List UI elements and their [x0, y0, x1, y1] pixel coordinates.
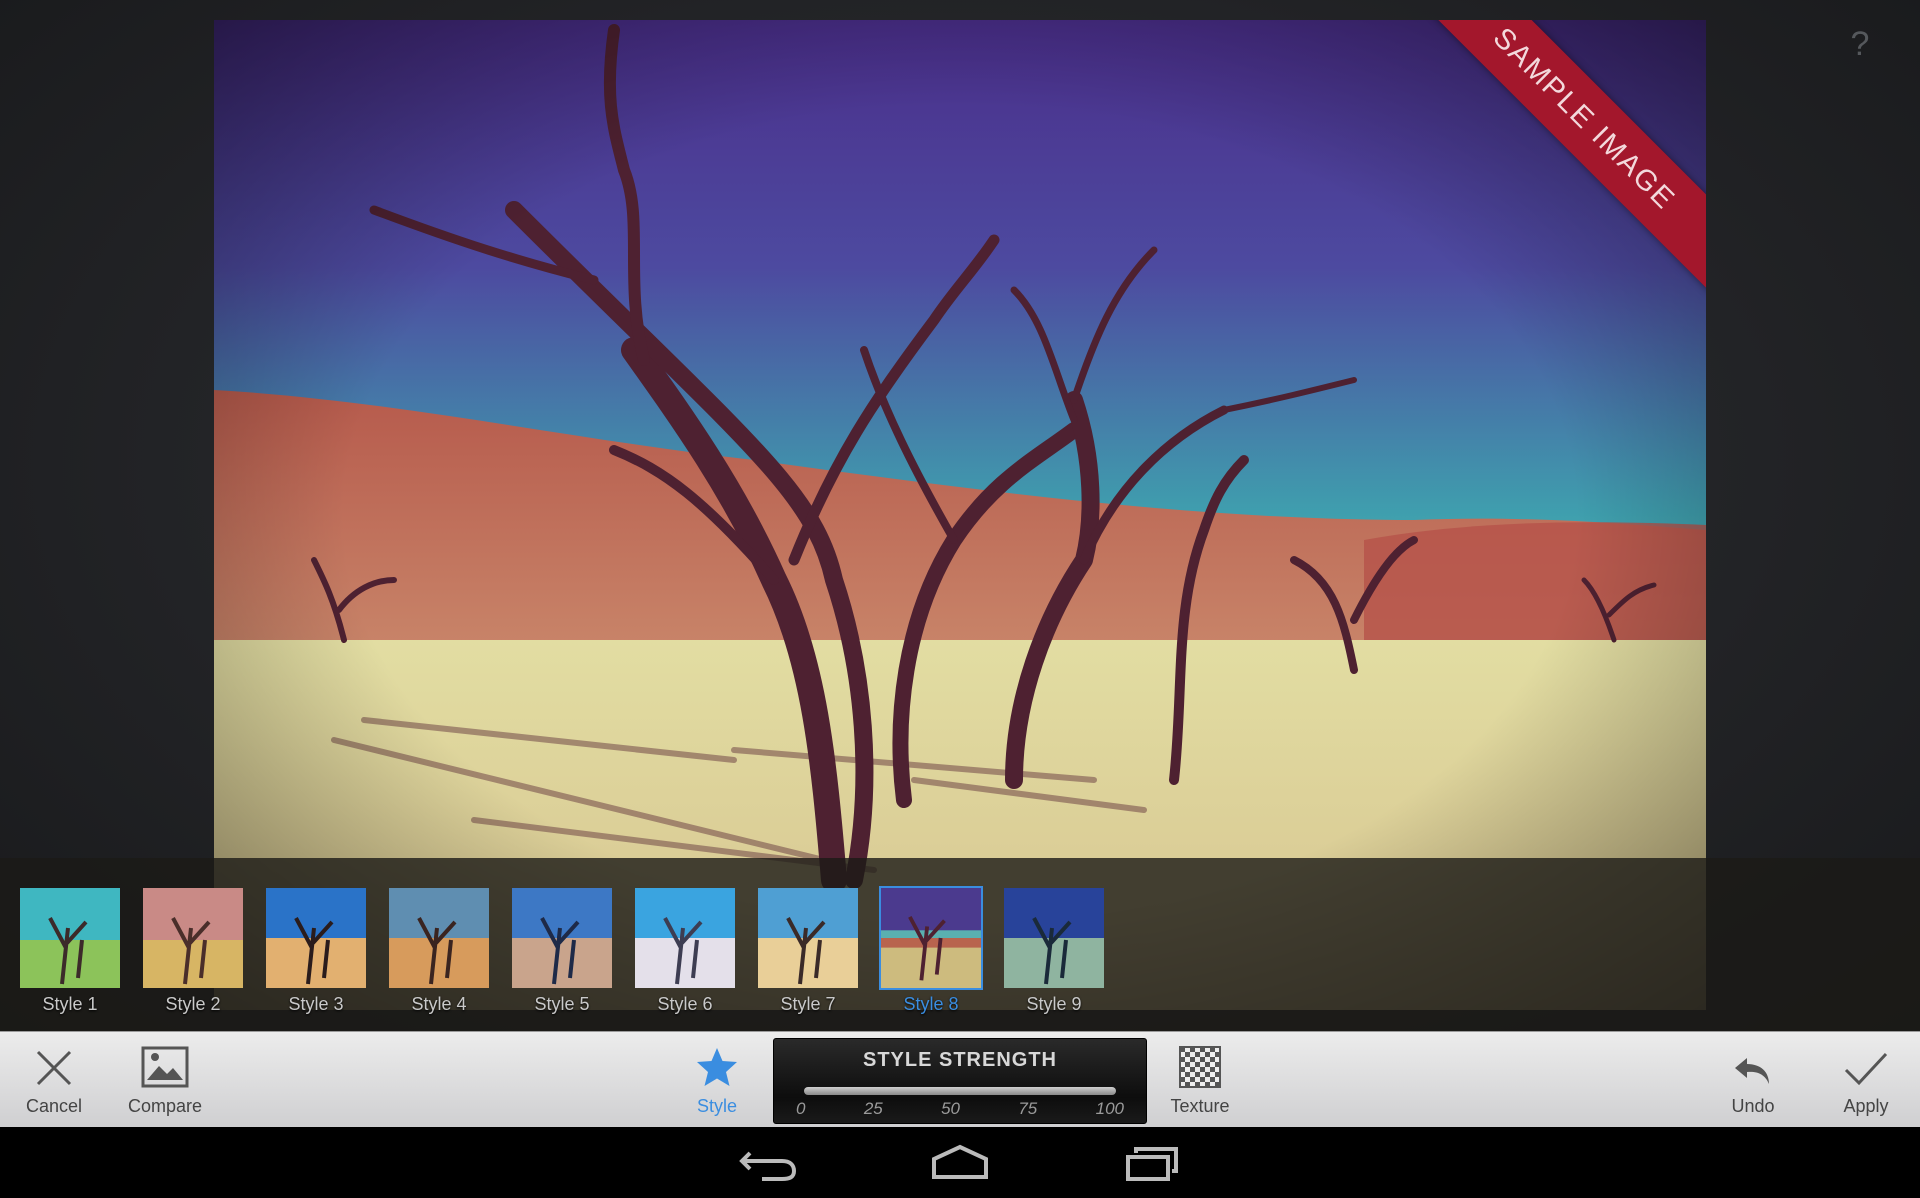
style-label-2: Style 2	[165, 994, 221, 1014]
tick-label: 0	[796, 1099, 806, 1118]
bottom-toolbar: Cancel Compare Style STYLE STRENGTH 0 25…	[0, 1031, 1920, 1128]
texture-button[interactable]: Texture	[1160, 1032, 1240, 1128]
style-thumb-9[interactable]	[1002, 886, 1106, 990]
style-thumb-8[interactable]	[879, 886, 983, 990]
style-strength-slider[interactable]: STYLE STRENGTH 0 25 50 75 100	[773, 1038, 1147, 1124]
style-button[interactable]: Style	[688, 1032, 746, 1128]
close-icon	[36, 1050, 72, 1086]
recent-apps-icon	[1126, 1147, 1178, 1181]
style-strength-title: STYLE STRENGTH	[862, 1049, 1057, 1071]
style-thumb-3[interactable]	[264, 886, 368, 990]
style-label-3: Style 3	[288, 994, 344, 1014]
tick-label: 50	[941, 1099, 960, 1118]
style-label-5: Style 5	[534, 994, 590, 1014]
style-thumb-2[interactable]	[141, 886, 245, 990]
home-button[interactable]	[930, 1143, 990, 1183]
texture-label: Texture	[1170, 1096, 1230, 1116]
slider-ticks: 0 25 50 75 100	[796, 1099, 1124, 1119]
style-thumb-4[interactable]	[387, 886, 491, 990]
texture-icon	[1179, 1046, 1221, 1088]
thumb-image	[758, 888, 858, 988]
apply-label: Apply	[1843, 1096, 1889, 1116]
back-button[interactable]	[738, 1143, 798, 1183]
undo-label: Undo	[1731, 1096, 1775, 1116]
system-nav-bar	[0, 1127, 1920, 1198]
compare-button[interactable]: Compare	[118, 1032, 212, 1128]
style-label-1: Style 1	[42, 994, 98, 1014]
tick-label: 25	[863, 1099, 883, 1118]
style-strip: Style 1 Style 2 Style 3 Style 4 Style 5	[0, 858, 1920, 1031]
style-thumb-1[interactable]	[18, 886, 122, 990]
style-thumb-7[interactable]	[756, 886, 860, 990]
cancel-label: Cancel	[25, 1096, 83, 1116]
thumb-image	[20, 888, 120, 988]
home-icon	[932, 1144, 988, 1179]
style-label-4: Style 4	[411, 994, 467, 1014]
star-icon	[697, 1048, 737, 1086]
thumb-image	[1004, 888, 1104, 988]
slider-track[interactable]	[804, 1087, 1116, 1095]
tick-label: 75	[1018, 1099, 1038, 1118]
undo-icon	[1735, 1058, 1769, 1084]
thumb-image	[389, 888, 489, 988]
style-thumb-5[interactable]	[510, 886, 614, 990]
thumb-image	[266, 888, 366, 988]
style-label-7: Style 7	[780, 994, 836, 1014]
cancel-button[interactable]: Cancel	[14, 1032, 94, 1128]
image-icon	[141, 1046, 189, 1088]
style-label-6: Style 6	[657, 994, 713, 1014]
style-label: Style	[696, 1096, 738, 1116]
tick-label: 100	[1095, 1099, 1124, 1118]
apply-button[interactable]: Apply	[1826, 1032, 1906, 1128]
checkmark-icon	[1844, 1052, 1888, 1086]
back-icon	[739, 1151, 797, 1181]
undo-button[interactable]: Undo	[1716, 1032, 1790, 1128]
thumb-image	[143, 888, 243, 988]
help-button[interactable]: ?	[1840, 24, 1880, 64]
style-label-9: Style 9	[1026, 994, 1082, 1014]
thumb-image	[881, 888, 981, 988]
style-thumb-6[interactable]	[633, 886, 737, 990]
thumb-image	[635, 888, 735, 988]
thumb-image	[512, 888, 612, 988]
recent-apps-button[interactable]	[1122, 1143, 1182, 1183]
style-label-8: Style 8	[903, 994, 959, 1014]
compare-label: Compare	[127, 1096, 203, 1116]
